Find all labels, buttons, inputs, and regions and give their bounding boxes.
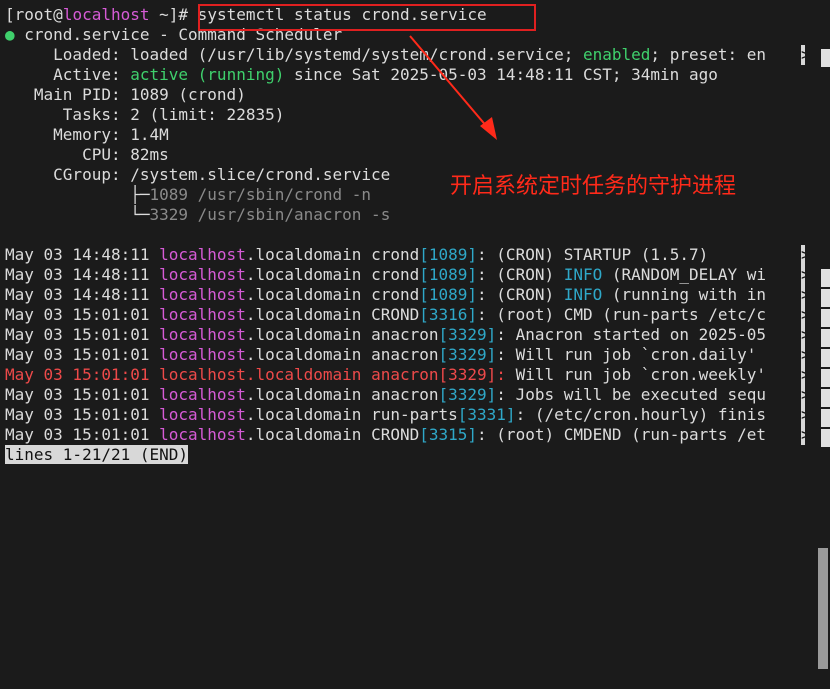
annotation-arrow-icon xyxy=(409,35,497,140)
scroll-marker xyxy=(821,409,830,427)
scroll-marker xyxy=(821,389,830,407)
scroll-marker xyxy=(821,349,830,367)
annotation-text: 开启系统定时任务的守护进程 xyxy=(450,174,737,199)
scroll-marker xyxy=(821,49,830,67)
scrollbar-thumb[interactable] xyxy=(818,548,828,669)
scroll-marker xyxy=(821,289,830,307)
scroll-marker xyxy=(821,429,830,447)
scroll-marker xyxy=(821,369,830,387)
scroll-marker xyxy=(821,269,830,287)
scroll-marker xyxy=(821,329,830,347)
scroll-marker xyxy=(821,309,830,327)
